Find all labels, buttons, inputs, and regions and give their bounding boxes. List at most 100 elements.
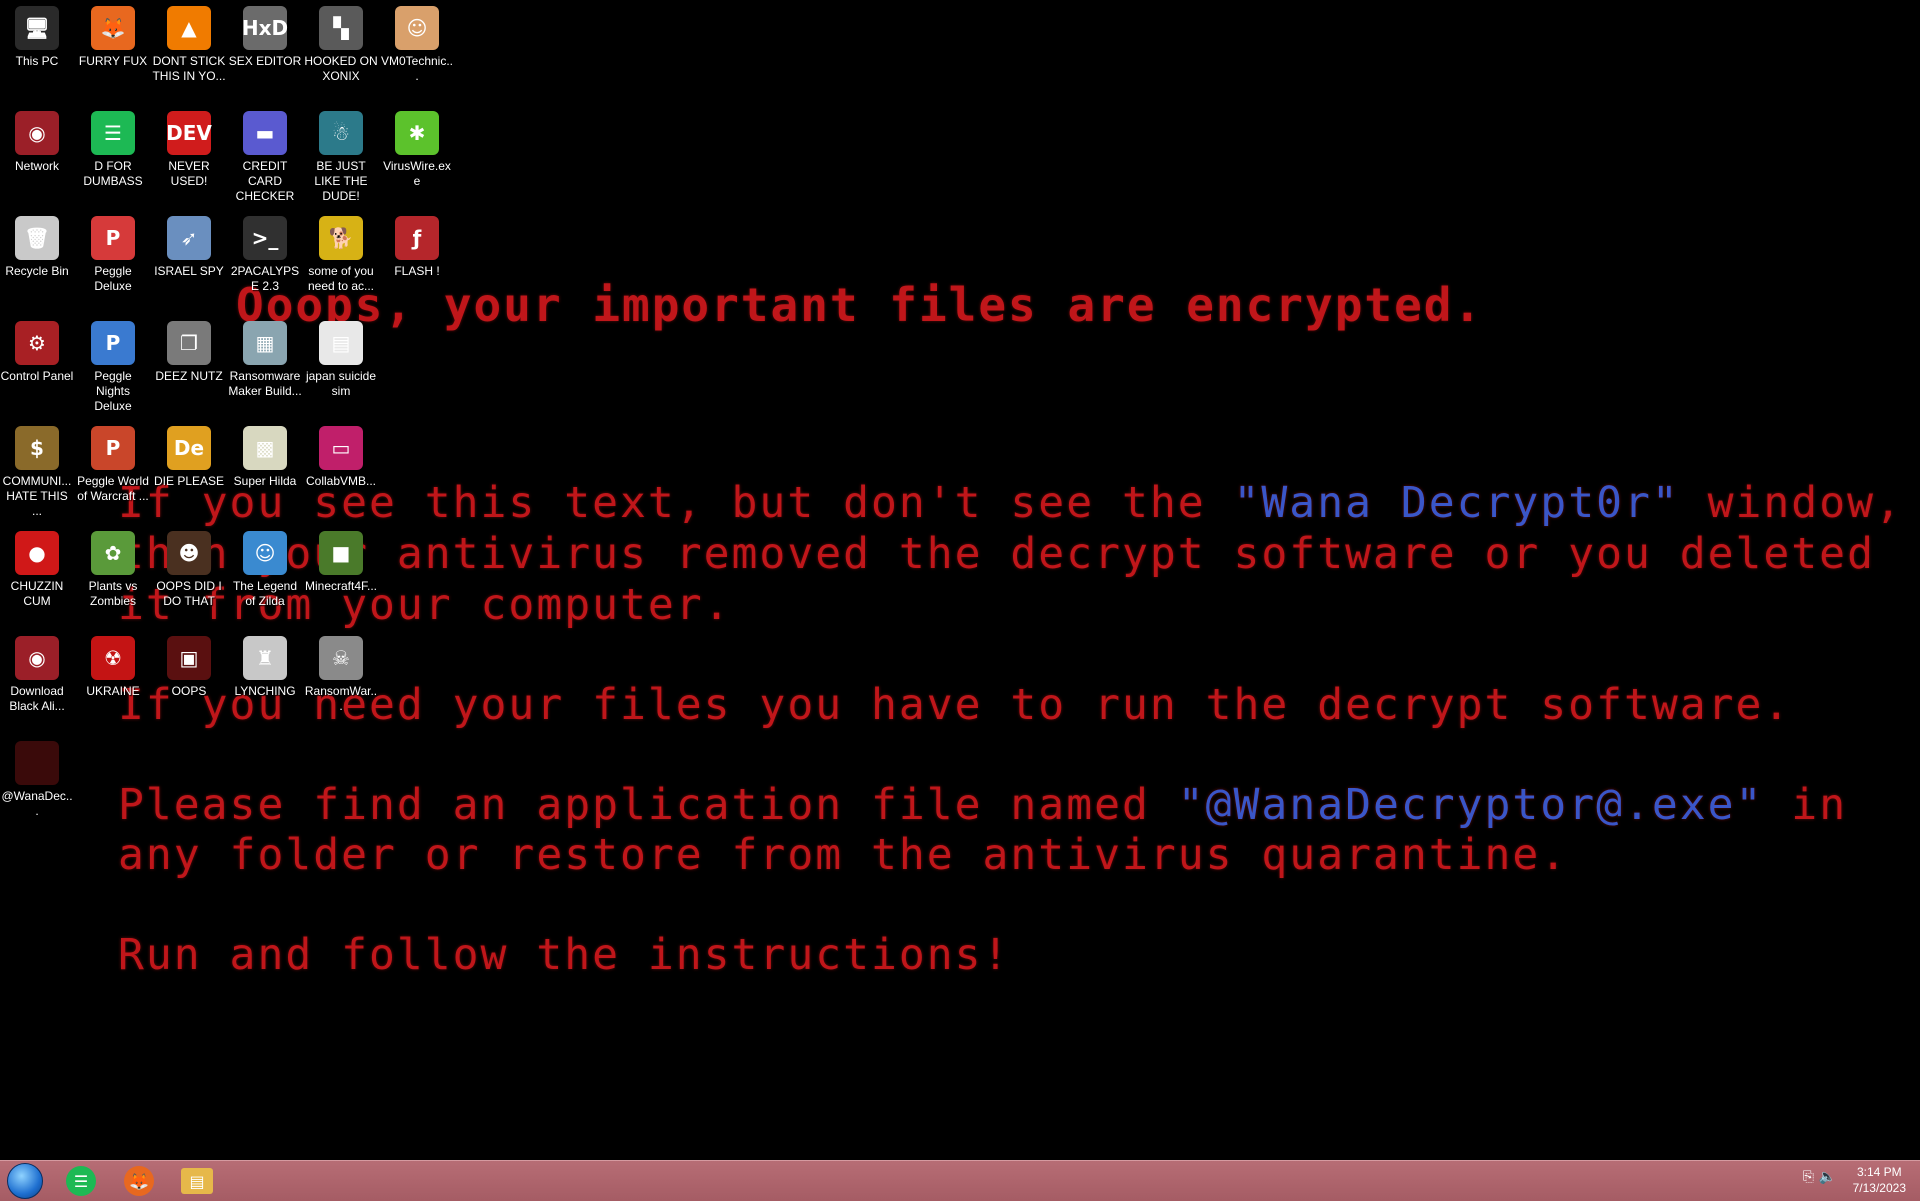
- desktop-icon-label: COMMUNI... HATE THIS ...: [2, 474, 72, 518]
- app-icon: $: [15, 426, 59, 470]
- folder-icon: ▤: [181, 1168, 213, 1194]
- app-icon: ☰: [91, 111, 135, 155]
- app-icon: ■: [319, 531, 363, 575]
- wallpaper-line-5: Please find an application file named "@…: [118, 780, 1847, 830]
- wallpaper-line-1b: window,: [1679, 478, 1903, 528]
- desktop-icon[interactable]: ♜ LYNCHING: [228, 630, 302, 699]
- desktop-icon-label: Peggle Deluxe: [94, 264, 132, 293]
- desktop-icon[interactable]: ▚ HOOKED ON XONIX: [304, 0, 378, 84]
- desktop-icon[interactable]: ▦ Ransomware Maker Build...: [228, 315, 302, 399]
- start-button[interactable]: [2, 1163, 48, 1199]
- desktop-icon-label: Recycle Bin: [5, 264, 69, 278]
- system-clock[interactable]: 3:14 PM 7/13/2023: [1853, 1164, 1906, 1196]
- desktop-icon[interactable]: P Peggle Deluxe: [76, 210, 150, 294]
- desktop-icon-label: CREDIT CARD CHECKER: [235, 159, 295, 203]
- app-icon: P: [91, 321, 135, 365]
- desktop-icon[interactable]: De DIE PLEASE: [152, 420, 226, 489]
- desktop-icon[interactable]: 🖥 This PC: [0, 0, 74, 69]
- clock-date: 7/13/2023: [1852, 1181, 1906, 1195]
- desktop-icon[interactable]: ◉ Network: [0, 105, 74, 174]
- desktop-icon-label: NEVER USED!: [168, 159, 210, 188]
- desktop-icon[interactable]: ☻ OOPS DID I DO THAT: [152, 525, 226, 609]
- app-icon: ➶: [167, 216, 211, 260]
- desktop[interactable]: Ooops, your important files are encrypte…: [0, 0, 1920, 1160]
- taskbar-app-firefox[interactable]: 🦊: [116, 1164, 162, 1198]
- desktop-icon-label: Network: [14, 159, 59, 173]
- desktop-icon[interactable]: ❐ DEEZ NUTZ: [152, 315, 226, 384]
- app-icon: ♜: [243, 636, 287, 680]
- desktop-icon-label: CollabVMB...: [305, 474, 377, 488]
- desktop-icon[interactable]: P Peggle World of Warcraft ...: [76, 420, 150, 504]
- desktop-icon-label: DEEZ NUTZ: [155, 369, 223, 383]
- desktop-icon[interactable]: ☰ D FOR DUMBASS: [76, 105, 150, 189]
- desktop-icon-label: Ransomware Maker Build...: [228, 369, 302, 398]
- desktop-icon[interactable]: ◉ Download Black Ali...: [0, 630, 74, 714]
- desktop-icon[interactable]: @WanaDec...: [0, 735, 74, 819]
- desktop-icon-label: OOPS DID I DO THAT: [156, 579, 222, 608]
- exe-name-highlight: "@WanaDecryptor@.exe": [1177, 780, 1764, 830]
- desktop-icon-label: SEX EDITOR: [228, 54, 302, 68]
- wallpaper-line-1: If you see this text, but don't see the …: [118, 478, 1903, 528]
- taskbar-app-spotify[interactable]: ☰: [58, 1164, 104, 1198]
- desktop-icon-label: @WanaDec...: [1, 789, 73, 818]
- app-icon: ƒ: [395, 216, 439, 260]
- desktop-icon[interactable]: $ COMMUNI... HATE THIS ...: [0, 420, 74, 519]
- network-tray-icon[interactable]: ⎘: [1803, 1169, 1814, 1185]
- desktop-icon-label: Peggle Nights Deluxe: [94, 369, 132, 413]
- desktop-icon[interactable]: ▭ CollabVMB...: [304, 420, 378, 489]
- desktop-icon[interactable]: ✱ VirusWire.exe: [380, 105, 454, 189]
- app-icon: ▚: [319, 6, 363, 50]
- desktop-icon-label: Download Black Ali...: [9, 684, 65, 713]
- desktop-icon-label: BE JUST LIKE THE DUDE!: [314, 159, 368, 203]
- desktop-icon[interactable]: ▣ OOPS: [152, 630, 226, 699]
- desktop-icon-label: FURRY FUX: [78, 54, 148, 68]
- wallpaper-line-7: Run and follow the instructions!: [118, 930, 1011, 980]
- desktop-icon[interactable]: ■ Minecraft4F...: [304, 525, 378, 594]
- app-icon: ▬: [243, 111, 287, 155]
- desktop-icon-label: CHUZZIN CUM: [10, 579, 64, 608]
- clock-time: 3:14 PM: [1856, 1165, 1902, 1179]
- desktop-icon-label: japan suicide sim: [305, 369, 377, 398]
- desktop-icon[interactable]: 🦊 FURRY FUX: [76, 0, 150, 69]
- desktop-icon[interactable]: HxD SEX EDITOR: [228, 0, 302, 69]
- desktop-icon[interactable]: ☺ The Legend of Zilda: [228, 525, 302, 609]
- desktop-icon[interactable]: ⚙ Control Panel: [0, 315, 74, 384]
- desktop-icon[interactable]: ▲ DONT STICK THIS IN YO...: [152, 0, 226, 84]
- volume-tray-icon[interactable]: 🔈: [1819, 1169, 1836, 1185]
- desktop-icon[interactable]: DEV NEVER USED!: [152, 105, 226, 189]
- wana-decryptor-highlight: "Wana Decrypt0r": [1233, 478, 1680, 528]
- desktop-icon[interactable]: ▤ japan suicide sim: [304, 315, 378, 399]
- desktop-icon-label: This PC: [15, 54, 59, 68]
- desktop-icon-label: Peggle World of Warcraft ...: [77, 474, 149, 503]
- app-icon: 🦊: [91, 6, 135, 50]
- desktop-icon[interactable]: ✿ Plants vs Zombies: [76, 525, 150, 609]
- desktop-icon[interactable]: ● CHUZZIN CUM: [0, 525, 74, 609]
- taskbar-app-file-explorer[interactable]: ▤: [174, 1164, 220, 1198]
- app-icon: ☢: [91, 636, 135, 680]
- desktop-icon[interactable]: ☺ VM0Technic...: [380, 0, 454, 84]
- desktop-icon-label: Plants vs Zombies: [88, 579, 138, 608]
- app-icon: P: [91, 426, 135, 470]
- desktop-icon[interactable]: >_ 2PACALYPSE 2.3: [228, 210, 302, 294]
- desktop-icon-label: UKRAINE: [86, 684, 140, 698]
- desktop-icon[interactable]: ▬ CREDIT CARD CHECKER: [228, 105, 302, 204]
- desktop-icon[interactable]: ➶ ISRAEL SPY: [152, 210, 226, 279]
- wallpaper-title: Ooops, your important files are encrypte…: [236, 278, 1484, 332]
- app-icon: P: [91, 216, 135, 260]
- desktop-icon-label: VirusWire.exe: [383, 159, 451, 188]
- desktop-icon[interactable]: ƒ FLASH !: [380, 210, 454, 279]
- desktop-icon[interactable]: 🗑 Recycle Bin: [0, 210, 74, 279]
- wallpaper-line-6: any folder or restore from the antivirus…: [118, 830, 1569, 880]
- app-icon: ◉: [15, 636, 59, 680]
- desktop-icon-label: ISRAEL SPY: [154, 264, 224, 278]
- app-icon: ☺: [395, 6, 439, 50]
- desktop-icon[interactable]: ☢ UKRAINE: [76, 630, 150, 699]
- firefox-icon: 🦊: [124, 1166, 154, 1196]
- desktop-icon[interactable]: ☠ RansomWar...: [304, 630, 378, 714]
- desktop-icon-label: Control Panel: [0, 369, 74, 383]
- desktop-icon[interactable]: ☃ BE JUST LIKE THE DUDE!: [304, 105, 378, 204]
- desktop-icon[interactable]: P Peggle Nights Deluxe: [76, 315, 150, 414]
- app-icon: ☺: [243, 531, 287, 575]
- desktop-icon[interactable]: 🐕 some of you need to ac...: [304, 210, 378, 294]
- desktop-icon[interactable]: ▩ Super Hilda: [228, 420, 302, 489]
